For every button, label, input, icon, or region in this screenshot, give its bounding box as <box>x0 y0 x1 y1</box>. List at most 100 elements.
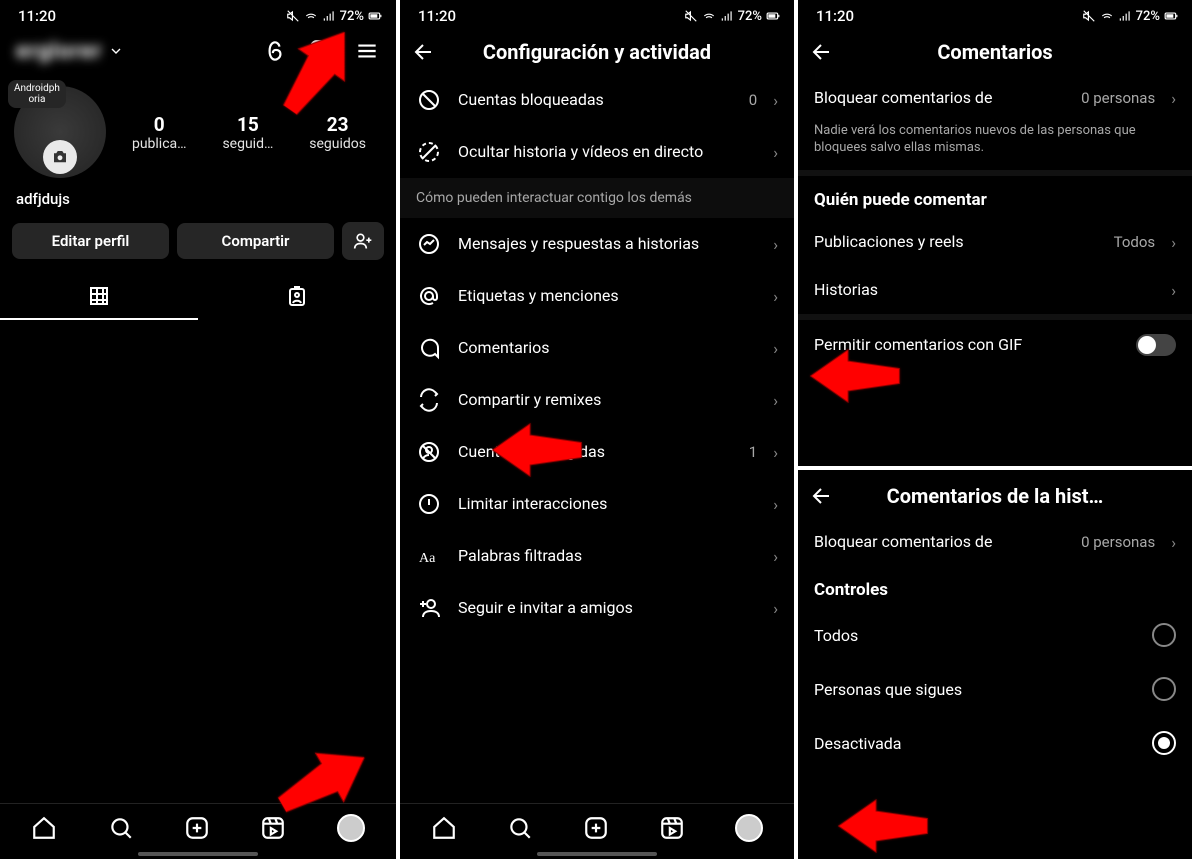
battery-text: 72% <box>340 9 364 24</box>
threads-icon[interactable] <box>262 38 288 64</box>
nav-search-icon[interactable] <box>507 815 533 841</box>
mute-icon <box>286 9 300 23</box>
stat-followers[interactable]: 15seguid… <box>222 113 273 152</box>
signal-icon <box>720 9 734 23</box>
option-following[interactable]: Personas que sigues <box>798 662 1192 716</box>
tab-grid[interactable] <box>0 274 198 320</box>
nav-create-icon[interactable] <box>184 815 210 841</box>
gesture-handle <box>537 852 657 856</box>
chevron-right-icon: › <box>1171 89 1176 108</box>
chevron-right-icon: › <box>1171 533 1176 552</box>
username[interactable]: erglorer <box>16 39 102 64</box>
bottom-nav <box>400 803 794 848</box>
back-button[interactable] <box>810 40 838 64</box>
discover-people-button[interactable] <box>342 222 384 260</box>
nav-reels-icon[interactable] <box>659 815 685 841</box>
profile-tabs <box>0 274 396 320</box>
chevron-right-icon: › <box>773 495 778 514</box>
page-title: Configuración y actividad <box>452 40 742 64</box>
tab-tagged[interactable] <box>198 274 396 320</box>
arrow-annotation <box>838 798 928 854</box>
menu-icon[interactable] <box>354 38 380 64</box>
remix-icon <box>416 388 442 412</box>
controls-title: Controles <box>798 566 1192 608</box>
nav-create-icon[interactable] <box>583 815 609 841</box>
row-block-comments-from[interactable]: Bloquear comentarios de 0 personas › <box>798 518 1192 566</box>
page-title: Comentarios <box>850 40 1140 64</box>
row-allow-gif[interactable]: Permitir comentarios con GIF <box>798 320 1192 370</box>
radio-icon[interactable] <box>1152 623 1176 647</box>
option-off[interactable]: Desactivada <box>798 716 1192 770</box>
nav-profile-icon[interactable] <box>735 814 763 842</box>
row-sharing-remix[interactable]: Compartir y remixes › <box>400 374 794 426</box>
radio-icon[interactable] <box>1152 731 1176 755</box>
who-can-comment-title: Quién puede comentar <box>798 176 1192 218</box>
share-profile-button[interactable]: Compartir <box>177 223 334 259</box>
comments-screens: 11:20 72% Comentarios Bloquear comentari… <box>798 0 1196 859</box>
chevron-right-icon: › <box>773 339 778 358</box>
messenger-icon <box>416 232 442 256</box>
settings-list: Cuentas bloqueadas 0 › Ocultar historia … <box>400 74 794 803</box>
row-restricted[interactable]: Cuentas restringidas 1 › <box>400 426 794 478</box>
page-title: Comentarios de la hist… <box>850 484 1140 508</box>
nav-profile-icon[interactable] <box>337 814 365 842</box>
svg-text:Aa: Aa <box>419 551 436 566</box>
row-tags-mentions[interactable]: Etiquetas y menciones › <box>400 270 794 322</box>
story-comments-header: Comentarios de la hist… <box>798 470 1192 518</box>
settings-screen: 11:20 72% Configuración y actividad Cuen… <box>400 0 798 859</box>
row-hide-story[interactable]: Ocultar historia y vídeos en directo › <box>400 126 794 178</box>
nav-home-icon[interactable] <box>31 815 57 841</box>
nav-search-icon[interactable] <box>108 815 134 841</box>
chevron-right-icon: › <box>773 391 778 410</box>
gif-toggle[interactable] <box>1136 334 1176 356</box>
nav-home-icon[interactable] <box>431 815 457 841</box>
row-blocked-accounts[interactable]: Cuentas bloqueadas 0 › <box>400 74 794 126</box>
status-time: 11:20 <box>816 7 854 25</box>
stats: 0publica… 15seguid… 23seguidos <box>114 113 384 152</box>
section-header: Cómo pueden interactuar contigo los demá… <box>400 178 794 218</box>
profile-buttons: Editar perfil Compartir <box>0 222 396 274</box>
row-comments[interactable]: Comentarios › <box>400 322 794 374</box>
battery-icon <box>368 9 382 23</box>
signal-icon <box>322 9 336 23</box>
chevron-right-icon: › <box>773 91 778 110</box>
row-limit[interactable]: Limitar interacciones › <box>400 478 794 530</box>
chevron-down-icon[interactable] <box>108 43 124 59</box>
edit-profile-button[interactable]: Editar perfil <box>12 223 169 259</box>
profile-screen: 11:20 72% erglorer Androidph oria 0publi… <box>0 0 400 859</box>
restrict-icon <box>416 440 442 464</box>
signal-icon <box>1118 9 1132 23</box>
row-filtered-words[interactable]: Aa Palabras filtradas › <box>400 530 794 582</box>
status-bar: 11:20 72% <box>798 0 1192 30</box>
create-icon[interactable] <box>308 38 334 64</box>
radio-icon[interactable] <box>1152 677 1176 701</box>
at-icon <box>416 284 442 308</box>
stat-posts[interactable]: 0publica… <box>132 113 187 152</box>
row-posts-reels[interactable]: Publicaciones y reels Todos › <box>798 218 1192 266</box>
back-button[interactable] <box>810 484 838 508</box>
mute-icon <box>1082 9 1096 23</box>
chevron-right-icon: › <box>773 143 778 162</box>
option-everyone[interactable]: Todos <box>798 608 1192 662</box>
chevron-right-icon: › <box>773 235 778 254</box>
status-icons: 72% <box>684 9 780 24</box>
row-block-comments-from[interactable]: Bloquear comentarios de 0 personas › <box>798 74 1192 122</box>
nav-reels-icon[interactable] <box>260 815 286 841</box>
words-icon: Aa <box>416 544 442 568</box>
display-name: adfjdujs <box>0 186 396 222</box>
status-icons: 72% <box>286 9 382 24</box>
comments-header: Comentarios <box>798 30 1192 74</box>
follow-icon <box>416 596 442 620</box>
back-button[interactable] <box>412 40 440 64</box>
battery-text: 72% <box>738 9 762 24</box>
avatar[interactable]: Androidph oria <box>14 86 106 178</box>
camera-icon[interactable] <box>43 140 77 174</box>
status-icons: 72% <box>1082 9 1178 24</box>
chevron-right-icon: › <box>1171 281 1176 300</box>
battery-text: 72% <box>1136 9 1160 24</box>
row-messages[interactable]: Mensajes y respuestas a historias › <box>400 218 794 270</box>
wifi-icon <box>702 9 716 23</box>
row-follow-invite[interactable]: Seguir e invitar a amigos › <box>400 582 794 634</box>
row-stories[interactable]: Historias › <box>798 266 1192 314</box>
stat-following[interactable]: 23seguidos <box>309 113 366 152</box>
